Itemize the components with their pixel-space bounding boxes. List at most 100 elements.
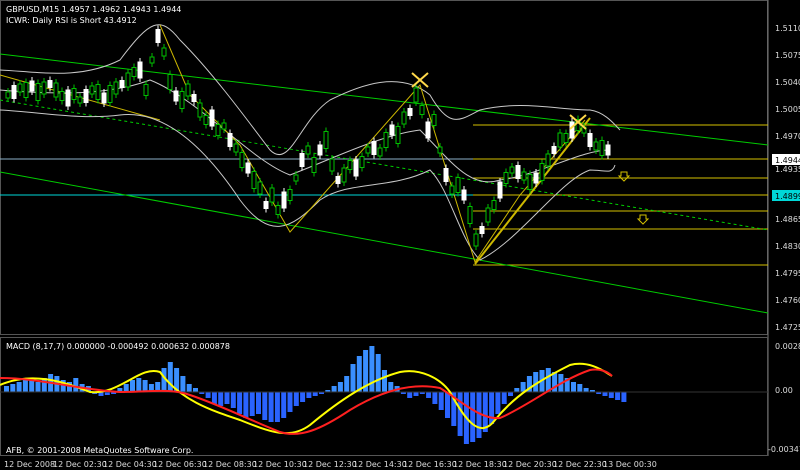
candle-body [587,133,593,147]
candle-body [389,124,395,136]
candle-body [167,74,173,90]
macd-histogram-bar [167,362,173,392]
candle-body [131,67,137,77]
macd-histogram-bar [407,392,413,398]
down-arrow-icon [636,214,650,225]
candle-body [263,201,269,209]
macd-histogram-bar [287,392,293,412]
macd-histogram-bar [218,392,224,406]
macd-histogram-bar [457,392,463,436]
candle-body [23,82,29,98]
copyright-label: AFB, © 2001-2008 MetaQuotes Software Cor… [6,446,193,455]
macd-histogram-bar [382,370,387,392]
channel-mid-line [0,99,769,231]
macd-tick-bottom: -0.00347 [768,445,800,454]
chart-canvas[interactable]: GBPUSD,M15 1.4957 1.4962 1.4943 1.4944 I… [0,0,800,470]
macd-histogram-bar [331,386,337,392]
macd-histogram-bar [130,380,135,392]
time-tick: 12 Dec 02:30 [53,460,107,469]
mt4-chart-window[interactable]: GBPUSD,M15 1.4957 1.4962 1.4943 1.4944 I… [0,0,800,470]
candle-body [383,132,389,148]
candle-body [449,185,455,195]
candle-body [407,108,413,116]
macd-histogram-bar [344,376,350,392]
time-tick: 12 Dec 06:30 [153,460,207,469]
candle-body [515,165,521,179]
price-tick: 1.5040 [775,78,800,87]
macd-histogram-bar [10,384,16,392]
time-tick: 12 Dec 08:30 [203,460,257,469]
current-price-label: 1.4944 [775,156,800,165]
macd-tick-top: 0.00282 [775,342,800,351]
macd-histogram-bar [249,392,255,416]
candle-body [29,80,35,92]
macd-histogram-bar [274,392,280,422]
macd-histogram-bar [300,392,306,402]
price-tick: 1.4795 [775,269,800,278]
macd-histogram-bar [268,392,274,422]
candle-body [281,191,287,209]
macd-tick-zero: 0.00 [775,386,793,395]
price-tick: 1.5005 [775,105,800,114]
macd-histogram-bar [489,392,495,424]
lower-band [0,109,616,261]
candle-body [443,168,449,182]
macd-histogram-bar [413,392,419,396]
candle-body [137,61,143,79]
macd-histogram-bar [508,392,513,396]
time-axis: 12 Dec 2008 12 Dec 02:30 12 Dec 04:30 12… [4,460,657,469]
macd-histogram-bar [432,392,438,404]
macd-histogram-bar [237,392,243,414]
swing-leg [474,117,591,265]
candle-body [143,84,149,96]
macd-histogram-bar [224,392,230,404]
macd-histogram-bar [583,388,589,392]
candle-body [479,226,485,234]
candle-body [317,144,323,156]
symbol-header: GBPUSD,M15 1.4957 1.4962 1.4943 1.4944 [6,5,181,14]
time-tick: 12 Dec 22:30 [553,460,607,469]
candle-body [155,29,161,43]
candle-body [431,114,437,126]
candle-body [539,163,545,181]
candle-body [569,121,575,139]
macd-histogram-bar [608,392,614,398]
time-tick: 12 Dec 10:30 [253,460,307,469]
candle-body [107,85,113,103]
candle-body [59,91,65,101]
candle-body [341,167,347,183]
macd-histogram-bar [16,382,22,392]
time-tick: 12 Dec 12:30 [303,460,357,469]
candle-body [83,89,89,103]
macd-histogram-bar [545,368,551,392]
macd-panel[interactable] [0,337,768,456]
candle-body [95,84,101,100]
time-tick: 12 Dec 14:30 [353,460,407,469]
channel-upper-line [0,53,769,146]
candle-body [215,124,221,136]
indicator-header: ICWR: Daily RSI is Short 43.4912 [6,16,137,25]
candle-body [173,90,179,102]
macd-histogram-bar [35,382,41,392]
macd-histogram-bar [312,392,318,396]
macd-histogram-bar [193,388,198,392]
candle-body [521,171,527,181]
macd-histogram-bar [73,378,79,392]
macd-histogram-bar [180,376,186,392]
candle-body [35,83,41,101]
candle-body [119,80,125,88]
candle-body [179,91,185,109]
candle-body [71,88,77,100]
macd-histogram-bar [445,392,450,418]
candle-body [323,131,329,149]
macd-histogram-bar [350,364,356,392]
time-tick: 12 Dec 2008 [4,460,55,469]
signal-line [0,368,613,435]
macd-histogram-bar [262,392,268,420]
candle-body [467,206,473,224]
macd-histogram-bar [577,384,583,392]
macd-line [0,362,613,435]
macd-histogram-bar [438,392,444,410]
macd-histogram-bar [4,386,9,392]
channel-lower-line [0,171,769,314]
